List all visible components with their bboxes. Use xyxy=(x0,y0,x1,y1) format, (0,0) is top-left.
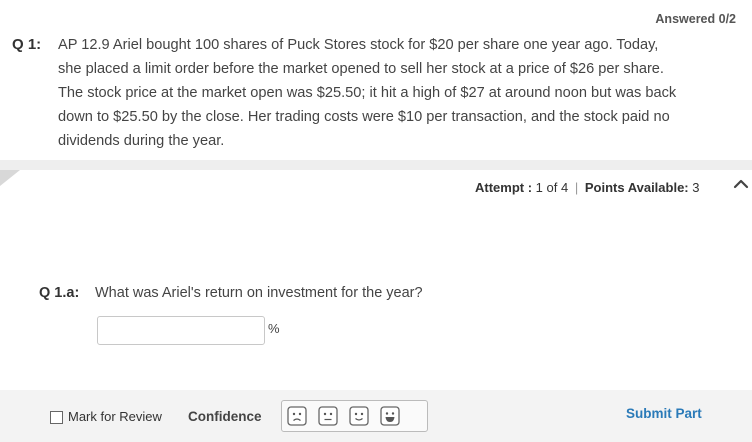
points-label: Points Available: xyxy=(584,180,689,195)
question-text: AP 12.9 Ariel bought 100 shares of Puck … xyxy=(58,37,677,149)
attempt-separator: | xyxy=(574,180,579,195)
very-unsure-face-icon[interactable] xyxy=(287,406,307,426)
neutral-face-icon[interactable] xyxy=(318,406,338,426)
points-value: 3 xyxy=(692,180,700,195)
mark-for-review-label[interactable]: Mark for Review xyxy=(68,409,162,424)
attempt-info: Attempt : 1 of 4 | Points Available: 3 xyxy=(475,180,700,195)
percent-unit: % xyxy=(268,321,280,336)
section-divider xyxy=(0,160,752,170)
mark-for-review-checkbox[interactable] xyxy=(50,411,63,424)
chevron-up-icon[interactable] xyxy=(732,177,750,191)
part-label: Q 1.a: xyxy=(39,285,80,301)
question-block: Answered 0/2 Q 1: AP 12.9 Ariel bought 1… xyxy=(0,0,752,160)
attempt-label: Attempt : xyxy=(475,180,533,195)
submit-part-button[interactable]: Submit Part xyxy=(626,406,702,421)
confidence-selector xyxy=(281,400,428,432)
big-smile-face-icon[interactable] xyxy=(380,406,400,426)
part-question-text: What was Ariel's return on investment fo… xyxy=(95,285,423,301)
attempt-value: 1 of 4 xyxy=(535,180,569,195)
smile-face-icon[interactable] xyxy=(349,406,369,426)
question-number: Q 1: xyxy=(12,36,42,53)
confidence-label: Confidence xyxy=(188,409,262,424)
corner-marker xyxy=(0,170,20,186)
answered-status: Answered 0/2 xyxy=(655,12,736,26)
answer-input[interactable] xyxy=(97,316,265,345)
